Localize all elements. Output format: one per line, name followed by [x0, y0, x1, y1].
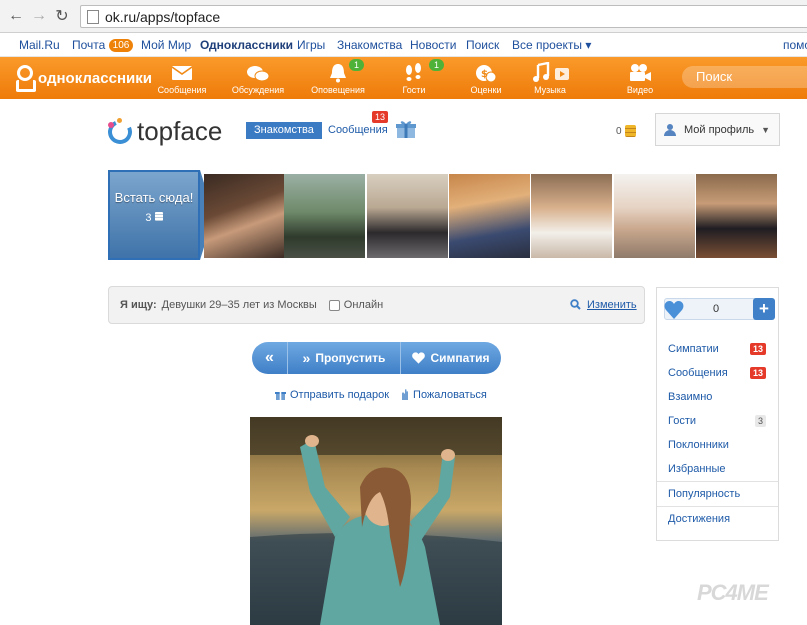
- add-likes-button[interactable]: +: [753, 298, 775, 320]
- sidebar-item-fans[interactable]: Поклонники: [657, 433, 778, 457]
- portal-link-all-projects[interactable]: Все проекты ▾: [512, 38, 591, 52]
- sidebar-item-guests[interactable]: Гости 3: [657, 409, 778, 433]
- profile-sublinks: Отправить подарок Пожаловаться: [275, 389, 487, 401]
- sidebar-item-mutual[interactable]: Взаимно: [657, 385, 778, 409]
- url-text: ok.ru/apps/topface: [105, 8, 221, 25]
- gift-icon: [275, 392, 286, 400]
- leader-photo-4[interactable]: [449, 174, 530, 258]
- video-camera-icon: [605, 61, 675, 85]
- leader-photo-3[interactable]: [367, 174, 448, 258]
- chevron-down-icon: ▼: [761, 124, 770, 135]
- portal-link-help[interactable]: помо: [783, 38, 807, 52]
- stand-here-button[interactable]: Встать сюда! 3: [108, 170, 200, 260]
- address-bar[interactable]: ok.ru/apps/topface: [80, 5, 807, 28]
- user-icon: [664, 123, 676, 136]
- reload-icon[interactable]: ↻: [52, 6, 72, 26]
- browser-toolbar: ← → ↻ ok.ru/apps/topface: [0, 0, 807, 33]
- coins-icon: [154, 212, 163, 221]
- back-arrow-icon[interactable]: ←: [6, 6, 26, 26]
- sidebar-item-popularity[interactable]: Популярность: [657, 482, 778, 506]
- double-chevron-right-icon: »: [302, 350, 311, 366]
- leaders-photo-strip: Встать сюда! 3: [108, 170, 780, 260]
- my-profile-button[interactable]: Мой профиль ▼: [655, 113, 780, 146]
- ok-nav-discussions[interactable]: Обсуждения: [223, 61, 293, 95]
- portal-link-news[interactable]: Новости: [410, 38, 456, 52]
- report-link[interactable]: Пожаловаться: [401, 389, 487, 401]
- previous-button[interactable]: «: [252, 342, 288, 374]
- mailru-portal-bar: Mail.Ru Почта 106 Мой Мир Одноклассники …: [0, 33, 807, 57]
- portal-link-mailru[interactable]: Mail.Ru: [19, 38, 60, 52]
- leader-photo-6[interactable]: [614, 174, 695, 258]
- search-icon: [570, 299, 581, 310]
- ok-nav-ratings[interactable]: $ Оценки: [451, 61, 521, 95]
- rating-icon: $: [451, 61, 521, 85]
- watermark: PC4ME: [697, 580, 769, 605]
- send-gift-link[interactable]: Отправить подарок: [275, 389, 389, 401]
- likes-counter: 0 +: [664, 298, 775, 320]
- sidebar-item-achievements[interactable]: Достижения: [657, 507, 778, 531]
- mail-count-badge: 106: [108, 39, 134, 52]
- likes-count-badge: 13: [749, 343, 766, 355]
- coins-balance[interactable]: 0: [616, 125, 636, 137]
- hand-icon: [402, 389, 409, 400]
- ok-nav-video[interactable]: Видео: [605, 61, 675, 95]
- online-label: Онлайн: [343, 299, 384, 311]
- portal-link-search[interactable]: Поиск: [466, 38, 499, 52]
- leader-photo-7[interactable]: [696, 174, 777, 258]
- profile-photo[interactable]: [250, 417, 502, 625]
- dating-tab-button[interactable]: Знакомства: [246, 122, 322, 139]
- right-sidebar: 0 + Симпатии 13 Сообщения 13 Взаимно Гости…: [656, 287, 779, 541]
- envelope-icon: [147, 61, 217, 85]
- leader-photo-2[interactable]: [284, 174, 365, 258]
- online-checkbox[interactable]: [328, 299, 340, 311]
- messages-count-badge: 13: [372, 111, 389, 123]
- coins-icon: [624, 125, 636, 137]
- like-button[interactable]: Симпатия: [401, 342, 501, 374]
- ok-nav-messages[interactable]: Сообщения: [147, 61, 217, 95]
- topface-logo[interactable]: topface: [104, 116, 222, 147]
- music-note-icon: [515, 61, 585, 85]
- ok-logo[interactable]: одноклассники: [14, 65, 152, 91]
- ok-logo-icon: [14, 65, 34, 91]
- topface-logo-icon: [104, 116, 136, 147]
- portal-link-games[interactable]: Игры: [297, 38, 325, 52]
- ok-nav-music[interactable]: Музыка: [515, 61, 585, 95]
- search-label: Я ищу:: [120, 299, 157, 311]
- portal-link-mail[interactable]: Почта 106: [72, 38, 134, 52]
- skip-button[interactable]: » Пропустить: [288, 342, 401, 374]
- chat-bubbles-icon: [223, 61, 293, 85]
- change-criteria-link[interactable]: Изменить: [587, 299, 637, 311]
- guests-count-badge: 3: [754, 415, 766, 427]
- search-criteria-text: Девушки 29–35 лет из Москвы: [161, 299, 317, 311]
- portal-link-myworld[interactable]: Мой Мир: [141, 38, 191, 52]
- vote-actions: « » Пропустить Симпатия: [252, 342, 501, 374]
- notifications-badge: 1: [349, 59, 365, 71]
- leader-photo-1[interactable]: [204, 174, 285, 258]
- svg-text:$: $: [481, 69, 488, 80]
- messages-link[interactable]: Сообщения: [328, 124, 388, 136]
- guests-badge: 1: [429, 59, 445, 71]
- sidebar-item-likes[interactable]: Симпатии 13: [657, 337, 778, 361]
- stand-here-cost: 3: [110, 212, 198, 224]
- heart-icon: [412, 352, 426, 364]
- search-criteria-bar: Я ищу: Девушки 29–35 лет из Москвы Онлай…: [108, 286, 645, 324]
- sidebar-item-favorites[interactable]: Избранные: [657, 457, 778, 481]
- sidebar-item-messages[interactable]: Сообщения 13: [657, 361, 778, 385]
- leader-photo-5[interactable]: [531, 174, 612, 258]
- sidebar-menu: Симпатии 13 Сообщения 13 Взаимно Гости 3 По…: [657, 337, 778, 531]
- ok-toolbar: одноклассники Сообщения Обсуждения Опове…: [0, 57, 807, 99]
- page-icon: [87, 9, 99, 24]
- portal-link-dating[interactable]: Знакомства: [337, 38, 402, 52]
- gift-icon[interactable]: [395, 118, 417, 140]
- forward-arrow-icon[interactable]: →: [29, 6, 49, 26]
- messages-count-badge: 13: [749, 367, 766, 379]
- portal-link-odnoklassniki[interactable]: Одноклассники: [200, 38, 293, 52]
- ok-search-input[interactable]: Поиск: [682, 66, 807, 88]
